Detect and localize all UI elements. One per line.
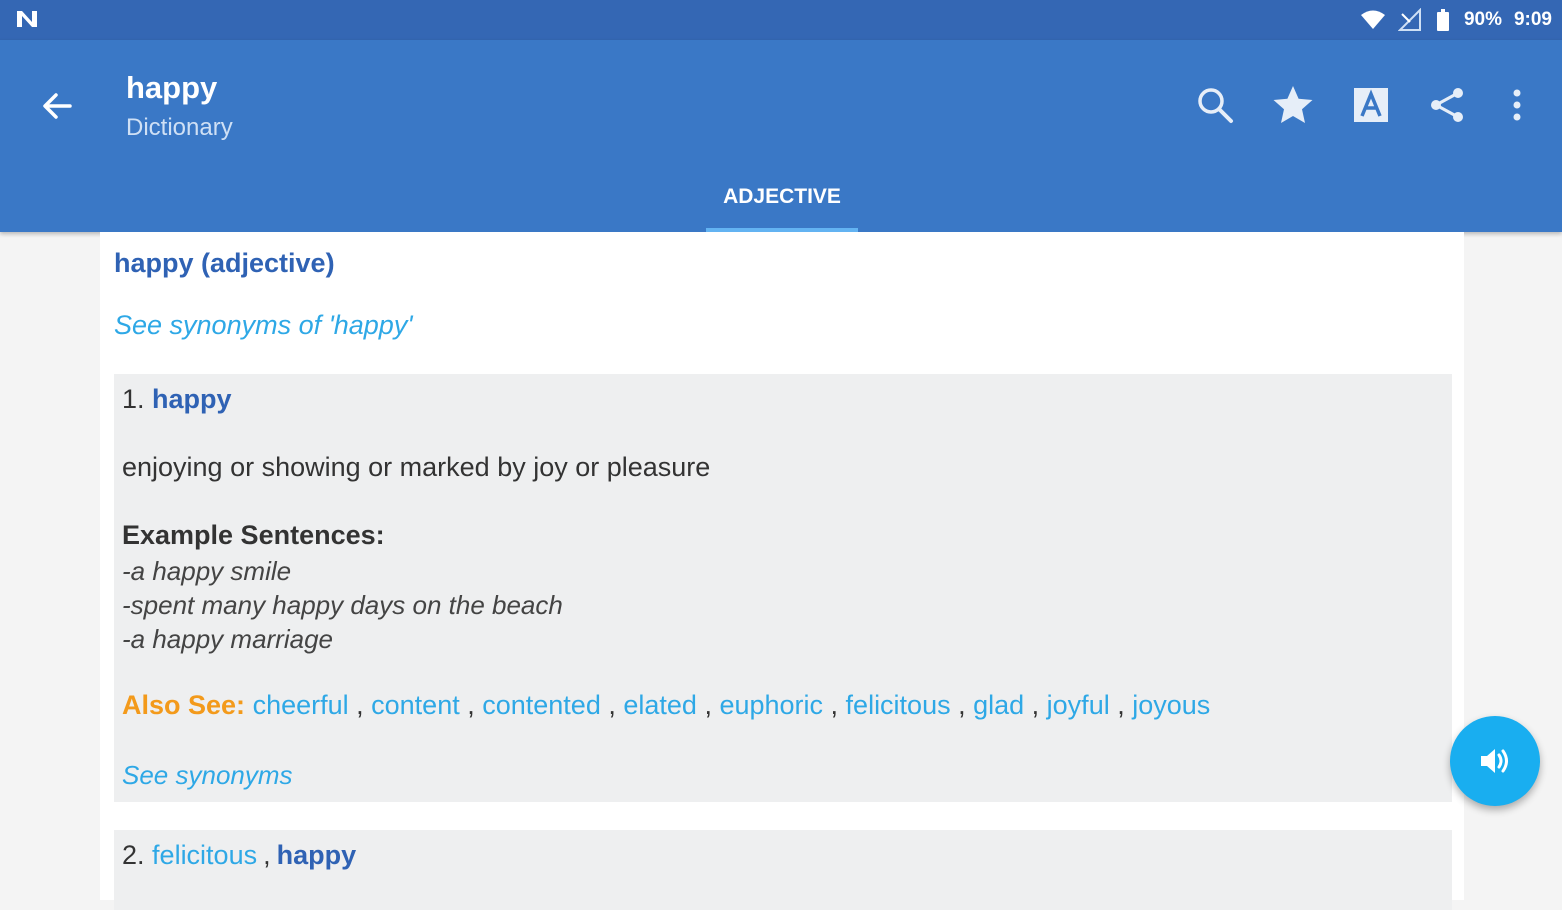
sense-number: 2. (122, 840, 145, 870)
also-see-link[interactable]: content (371, 690, 460, 720)
example-sentence: -a happy smile (122, 556, 292, 586)
sense-word: happy (276, 840, 357, 870)
also-see-link[interactable]: joyful (1047, 690, 1110, 720)
sense-title: 2. felicitous, happy (122, 840, 356, 871)
share-icon (1431, 88, 1463, 122)
entry-heading: happy (adjective) (114, 248, 335, 278)
search-button[interactable] (1188, 78, 1242, 132)
separator: , (459, 690, 483, 720)
sense-number: 1. (122, 384, 145, 414)
separator: , (1109, 690, 1133, 720)
see-synonyms-link[interactable]: See synonyms of 'happy' (114, 310, 412, 341)
also-see-link[interactable]: contented (482, 690, 601, 720)
share-button[interactable] (1420, 78, 1474, 132)
sense-word: happy (152, 384, 232, 414)
also-see-link[interactable]: glad (973, 690, 1024, 720)
sense-card: 2. felicitous, happy (114, 830, 1452, 910)
back-button[interactable] (34, 86, 82, 126)
separator: , (950, 690, 974, 720)
favorite-button[interactable] (1266, 78, 1320, 132)
also-see-row: Also See: cheerful , content , contented… (122, 690, 1210, 721)
more-vert-icon (1513, 89, 1521, 121)
battery-percent: 90% (1463, 9, 1502, 30)
signal-icon (1397, 7, 1424, 32)
see-synonyms-link[interactable]: See synonyms (122, 760, 293, 791)
clock: 9:09 (1513, 9, 1552, 30)
search-icon (1198, 88, 1233, 123)
also-see-link[interactable]: joyous (1132, 690, 1210, 720)
battery-icon (1436, 8, 1452, 32)
text-size-button[interactable] (1344, 78, 1398, 132)
separator: , (823, 690, 846, 720)
page-subtitle: Dictionary (126, 114, 233, 141)
examples-header: Example Sentences: (122, 520, 385, 550)
more-options-button[interactable] (1490, 78, 1544, 132)
sense-title: 1. happy (122, 384, 232, 415)
separator: , (348, 690, 372, 720)
separator: , (696, 690, 720, 720)
status-bar: 90% 9:09 (0, 0, 1562, 40)
example-sentence: -spent many happy days on the beach (122, 590, 563, 620)
tab-adjective[interactable]: ADJECTIVE (706, 168, 858, 232)
separator: , (600, 690, 624, 720)
pronounce-button[interactable] (1450, 716, 1540, 806)
wifi-icon (1360, 8, 1386, 32)
definition-content[interactable]: happy (adjective) See synonyms of 'happy… (100, 232, 1464, 910)
star-icon (1273, 86, 1313, 123)
n-notification-icon (14, 7, 40, 37)
example-sentence: -a happy marriage (122, 624, 333, 654)
separator: , (1024, 690, 1047, 720)
also-see-link[interactable]: cheerful (253, 690, 349, 720)
text-size-icon (1354, 88, 1388, 122)
also-see-link[interactable]: elated (623, 690, 697, 720)
also-see-label: Also See: (122, 690, 246, 720)
arrow-back-icon (43, 93, 72, 119)
sense-word-link[interactable]: felicitous (152, 840, 257, 870)
page-title: happy (126, 70, 218, 105)
speaker-icon (1481, 749, 1508, 773)
sense-card: 1. happy enjoying or showing or marked b… (114, 374, 1452, 802)
separator: , (263, 840, 271, 870)
app-bar: happy Dictionary ADJECTIVE (0, 40, 1562, 232)
sense-definition: enjoying or showing or marked by joy or … (122, 452, 711, 482)
also-see-link[interactable]: euphoric (719, 690, 823, 720)
also-see-link[interactable]: felicitous (846, 690, 951, 720)
